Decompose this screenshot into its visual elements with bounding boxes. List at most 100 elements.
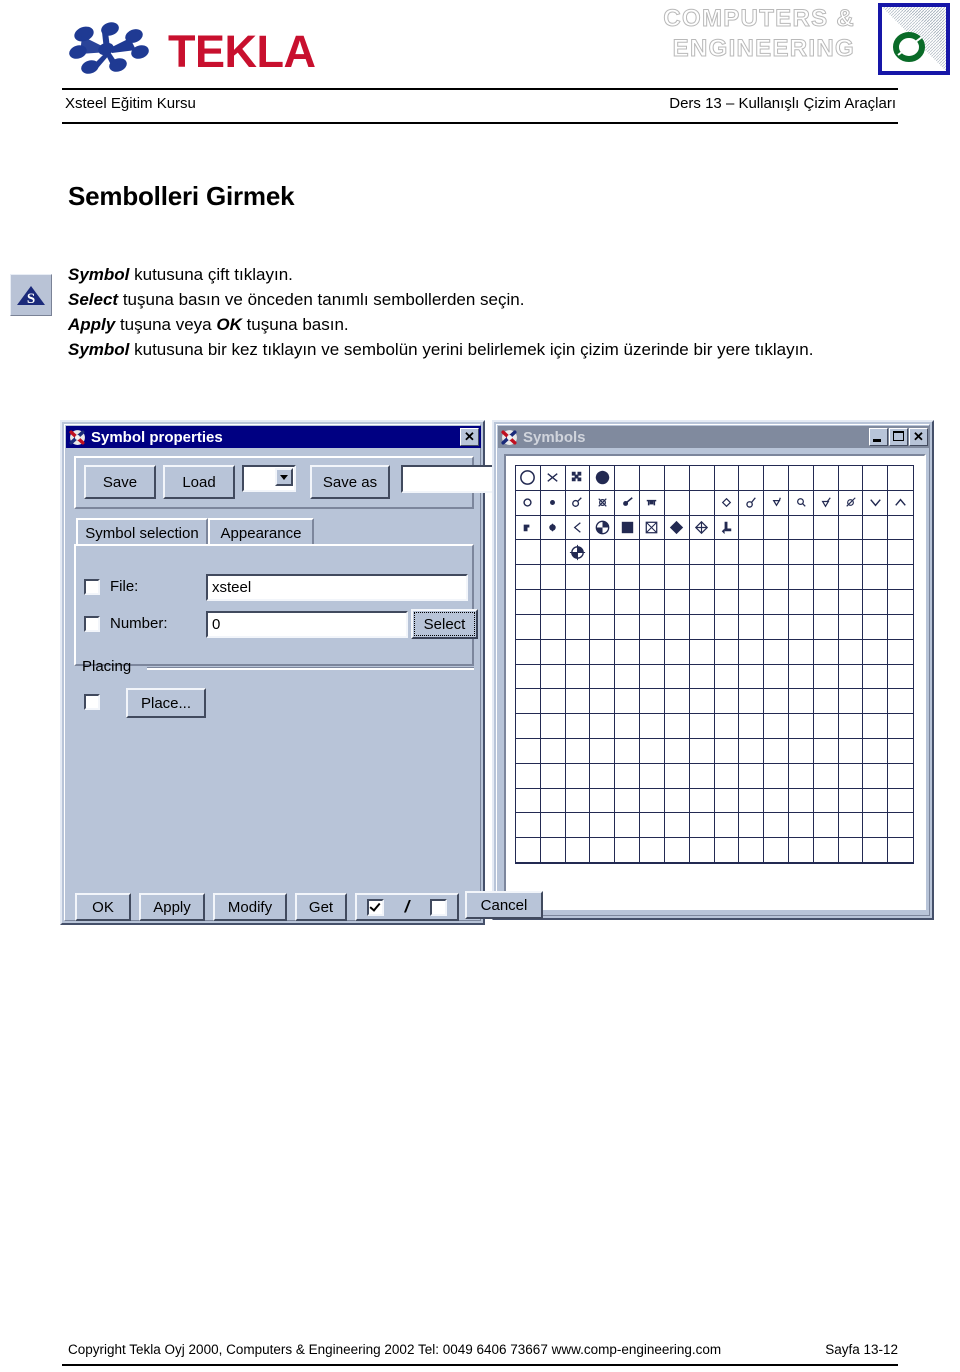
symbol-cell-empty[interactable] <box>689 838 715 863</box>
symbol-cell-empty[interactable] <box>590 540 616 566</box>
symbol-cell-empty[interactable] <box>838 614 864 640</box>
symbol-grid[interactable] <box>515 465 914 864</box>
symbol-cell-empty[interactable] <box>615 788 641 814</box>
symbol-cell-empty[interactable] <box>615 540 641 566</box>
bent-arrow[interactable] <box>714 515 740 541</box>
symbol-cell-empty[interactable] <box>664 590 690 615</box>
filled-square[interactable] <box>615 515 641 541</box>
symbol-cell-empty[interactable] <box>788 689 814 715</box>
symbol-cell-empty[interactable] <box>838 639 864 665</box>
symbol-cell-empty[interactable] <box>788 788 814 814</box>
symbol-cell-empty[interactable] <box>565 738 591 764</box>
symbol-cell-empty[interactable] <box>615 639 641 665</box>
symbol-cell-empty[interactable] <box>615 614 641 640</box>
tab-symbol-selection[interactable]: Symbol selection <box>76 518 208 546</box>
symbol-cell-empty[interactable] <box>565 763 591 789</box>
symbol-cell-empty[interactable] <box>540 689 566 715</box>
symbol-cell-empty[interactable] <box>813 639 839 665</box>
save-button[interactable]: Save <box>84 465 156 499</box>
symbol-cell-empty[interactable] <box>689 813 715 839</box>
square-with-x[interactable] <box>640 515 665 541</box>
symbol-cell-empty[interactable] <box>764 763 789 789</box>
symbol-cell-empty[interactable] <box>863 515 889 541</box>
symbol-cell-empty[interactable] <box>888 540 913 566</box>
symbol-cell-empty[interactable] <box>540 788 566 814</box>
marker-tail-c[interactable] <box>788 490 814 516</box>
symbol-cell-empty[interactable] <box>739 738 765 764</box>
diamond-with-cross[interactable] <box>689 515 715 541</box>
cancel-button[interactable]: Cancel <box>465 891 543 919</box>
symbol-cell-empty[interactable] <box>788 565 814 591</box>
symbol-cell-empty[interactable] <box>565 590 591 615</box>
symbol-cell-empty[interactable] <box>813 466 839 491</box>
symbol-cell-empty[interactable] <box>813 664 839 690</box>
small-circle-outline[interactable] <box>516 490 541 516</box>
symbol-cell-empty[interactable] <box>838 714 864 739</box>
symbol-cell-empty[interactable] <box>714 714 740 739</box>
symbol-cell-empty[interactable] <box>714 738 740 764</box>
symbol-cell-empty[interactable] <box>590 664 616 690</box>
small-filled-b[interactable] <box>540 515 566 541</box>
symbol-cell-empty[interactable] <box>813 838 839 863</box>
symbol-cell-empty[interactable] <box>863 689 889 715</box>
symbol-cell-empty[interactable] <box>615 838 641 863</box>
symbol-cell-empty[interactable] <box>516 763 541 789</box>
symbol-cell-empty[interactable] <box>838 664 864 690</box>
symbol-cell-empty[interactable] <box>640 565 665 591</box>
symbol-cell-empty[interactable] <box>615 738 641 764</box>
symbol-cell-empty[interactable] <box>739 763 765 789</box>
symbol-cell-empty[interactable] <box>863 540 889 566</box>
symbol-cell-empty[interactable] <box>764 590 789 615</box>
target-rose[interactable] <box>565 540 591 566</box>
symbol-cell-empty[interactable] <box>739 639 765 665</box>
marker-tail-a[interactable] <box>739 490 765 516</box>
marker-stem-b[interactable] <box>590 490 616 516</box>
symbol-cell-empty[interactable] <box>888 764 913 789</box>
symbol-cell-empty[interactable] <box>714 788 740 814</box>
symbol-cell-empty[interactable] <box>565 639 591 665</box>
place-button[interactable]: Place... <box>126 688 206 718</box>
symbol-cell-empty[interactable] <box>516 540 541 566</box>
symbol-cell-empty[interactable] <box>640 614 665 640</box>
symbol-cell-empty[interactable] <box>863 714 889 739</box>
symbol-cell-empty[interactable] <box>813 515 839 541</box>
filled-diamond[interactable] <box>664 515 690 541</box>
symbol-cell-empty[interactable] <box>590 614 616 640</box>
symbol-cell-empty[interactable] <box>888 665 913 690</box>
symbol-cell-empty[interactable] <box>590 714 616 739</box>
symbol-cell-empty[interactable] <box>640 689 665 715</box>
symbol-cell-empty[interactable] <box>714 664 740 690</box>
dialog-titlebar[interactable]: Symbol properties ✕ <box>66 426 481 448</box>
symbol-cell-empty[interactable] <box>615 714 641 739</box>
symbol-cell-empty[interactable] <box>540 813 566 839</box>
symbol-cell-empty[interactable] <box>590 639 616 665</box>
symbol-cell-empty[interactable] <box>565 788 591 814</box>
toggle-unchecked-checkbox[interactable] <box>429 898 447 916</box>
symbol-cell-empty[interactable] <box>714 565 740 591</box>
load-button[interactable]: Load <box>163 465 235 499</box>
symbol-cell-empty[interactable] <box>764 664 789 690</box>
symbol-cell-empty[interactable] <box>788 540 814 566</box>
symbol-cell-empty[interactable] <box>664 614 690 640</box>
symbol-cell-empty[interactable] <box>615 689 641 715</box>
symbol-cell-empty[interactable] <box>888 789 913 814</box>
symbol-cell-empty[interactable] <box>764 614 789 640</box>
symbol-cell-empty[interactable] <box>788 838 814 863</box>
symbol-cell-empty[interactable] <box>863 639 889 665</box>
symbol-cell-empty[interactable] <box>664 565 690 591</box>
symbol-cell-empty[interactable] <box>888 466 913 491</box>
symbol-cell-empty[interactable] <box>540 614 566 640</box>
symbol-cell-empty[interactable] <box>615 763 641 789</box>
symbol-cell-empty[interactable] <box>664 763 690 789</box>
symbol-cell-empty[interactable] <box>739 788 765 814</box>
symbol-cell-empty[interactable] <box>664 664 690 690</box>
small-diamond-outline[interactable] <box>714 490 740 516</box>
symbol-cell-empty[interactable] <box>888 838 913 863</box>
symbol-cell-empty[interactable] <box>615 664 641 690</box>
apply-button[interactable]: Apply <box>139 893 205 921</box>
symbol-cell-empty[interactable] <box>714 813 740 839</box>
symbol-properties-dialog[interactable]: Symbol properties ✕ Save Load Save as Sy… <box>60 420 521 925</box>
chevron-down-icon[interactable] <box>275 468 293 486</box>
symbol-cell-empty[interactable] <box>689 540 715 566</box>
symbol-cell-empty[interactable] <box>689 689 715 715</box>
